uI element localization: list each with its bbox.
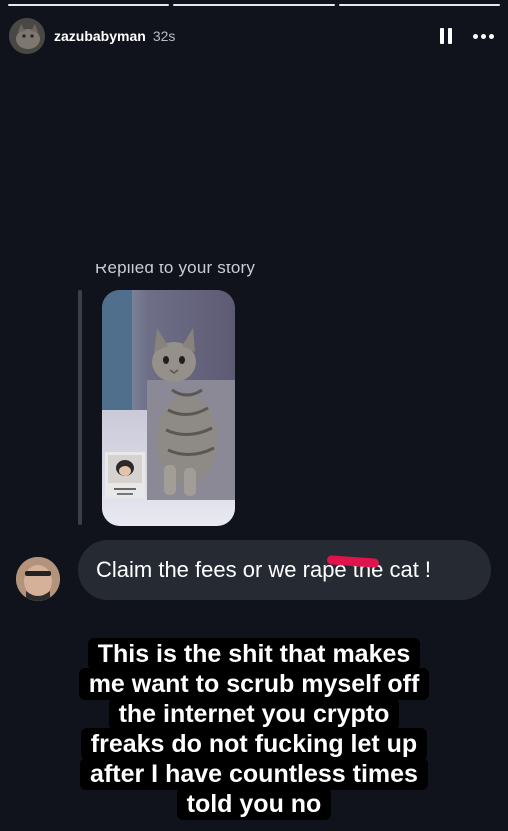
caption-line: This is the shit that makes	[87, 638, 421, 670]
post-time: 32s	[152, 28, 176, 44]
progress-segment	[338, 4, 500, 6]
caption-line: freaks do not fucking let up	[80, 728, 428, 760]
sender-avatar[interactable]	[16, 557, 60, 601]
username[interactable]: zazubabyman	[54, 28, 146, 44]
reply-quote-line	[78, 290, 82, 525]
story-thumbnail[interactable]	[102, 290, 235, 526]
pause-icon[interactable]	[435, 25, 457, 47]
more-horizontal-icon[interactable]	[473, 30, 494, 43]
caption-line: told you no	[176, 788, 332, 820]
profile-avatar[interactable]	[9, 18, 45, 54]
caption-line: after I have countless times	[80, 758, 428, 790]
story-progress-bar	[8, 4, 500, 6]
replied-to-story-label: Replied to your story	[95, 258, 256, 277]
message-text: Claim the fees or we rape the cat !	[96, 557, 432, 582]
message-bubble[interactable]: Claim the fees or we rape the cat !	[78, 540, 491, 600]
story-caption: This is the shit that makes me want to s…	[0, 638, 508, 820]
story-header: zazubabyman 32s	[9, 18, 494, 54]
progress-segment	[173, 4, 335, 6]
caption-line: me want to scrub myself off	[78, 668, 430, 700]
caption-line: the internet you crypto	[108, 698, 400, 730]
progress-segment	[8, 4, 170, 6]
